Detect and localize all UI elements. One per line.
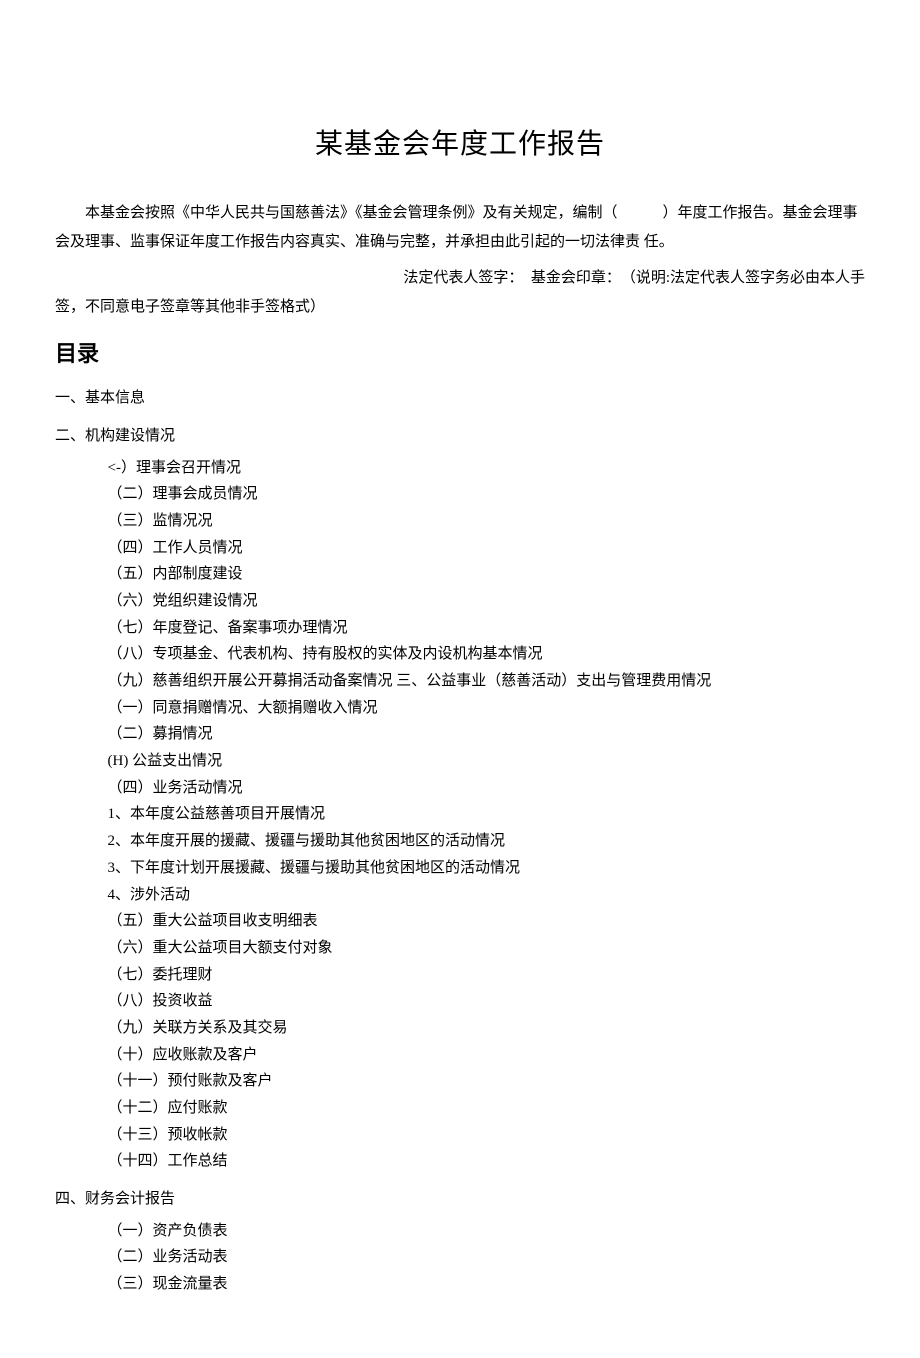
toc-sub-item: （五）重大公益项目收支明细表 bbox=[108, 908, 866, 935]
toc-sub-item: （二）业务活动表 bbox=[108, 1244, 866, 1271]
toc-sub-item: （十）应收账款及客户 bbox=[108, 1042, 866, 1069]
toc-sub-item: （三）现金流量表 bbox=[108, 1271, 866, 1298]
toc-sub-item: 2、本年度开展的援藏、援疆与援助其他贫困地区的活动情况 bbox=[108, 828, 866, 855]
toc-sub-item: （四）工作人员情况 bbox=[108, 535, 866, 562]
toc-section-4: 四、财务会计报告 （一）资产负债表 （二）业务活动表 （三）现金流量表 bbox=[55, 1185, 865, 1298]
toc-container: 一、基本信息 二、机构建设情况 <-）理事会召开情况 （二）理事会成员情况 （三… bbox=[55, 384, 865, 1298]
toc-sub-item: (H) 公益支出情况 bbox=[108, 748, 866, 775]
toc-level1-item: 四、财务会计报告 bbox=[55, 1185, 865, 1214]
toc-sub-item: （六）重大公益项目大额支付对象 bbox=[108, 935, 866, 962]
toc-sub-item: （三）监情况况 bbox=[108, 508, 866, 535]
toc-section-1: 一、基本信息 bbox=[55, 384, 865, 413]
toc-sub-item: （五）内部制度建设 bbox=[108, 561, 866, 588]
toc-sub-list: （一）资产负债表 （二）业务活动表 （三）现金流量表 bbox=[55, 1218, 865, 1298]
toc-sub-item: （六）党组织建设情况 bbox=[108, 588, 866, 615]
document-title: 某基金会年度工作报告 bbox=[55, 120, 865, 169]
toc-sub-item: （九）关联方关系及其交易 bbox=[108, 1015, 866, 1042]
toc-level1-item: 二、机构建设情况 bbox=[55, 422, 865, 451]
toc-sub-item: 1、本年度公益慈善项目开展情况 bbox=[108, 801, 866, 828]
toc-sub-item: （二）理事会成员情况 bbox=[108, 481, 866, 508]
toc-sub-item: （十一）预付账款及客户 bbox=[108, 1068, 866, 1095]
signature-line-left: 签，不同意电子签章等其他非手签格式） bbox=[55, 293, 865, 322]
intro-paragraph: 本基金会按照《中华人民共与国慈善法》《基金会管理条例》及有关规定，编制（ ）年度… bbox=[55, 199, 865, 256]
toc-sub-item: <-）理事会召开情况 bbox=[108, 455, 866, 482]
toc-level1-item: 一、基本信息 bbox=[55, 384, 865, 413]
toc-sub-item: （八）专项基金、代表机构、持有股权的实体及内设机构基本情况 bbox=[108, 641, 866, 668]
toc-sub-list: <-）理事会召开情况 （二）理事会成员情况 （三）监情况况 （四）工作人员情况 … bbox=[55, 455, 865, 1176]
toc-section-2: 二、机构建设情况 <-）理事会召开情况 （二）理事会成员情况 （三）监情况况 （… bbox=[55, 422, 865, 1175]
toc-sub-item: （二）募捐情况 bbox=[108, 721, 866, 748]
toc-sub-item: （一）同意捐赠情况、大额捐赠收入情况 bbox=[108, 695, 866, 722]
toc-sub-item: 4、涉外活动 bbox=[108, 882, 866, 909]
toc-sub-item: （八）投资收益 bbox=[108, 988, 866, 1015]
toc-sub-item: （九）慈善组织开展公开募捐活动备案情况 三、公益事业（慈善活动）支出与管理费用情… bbox=[108, 668, 866, 695]
toc-sub-item: （十二）应付账款 bbox=[108, 1095, 866, 1122]
toc-sub-item: （十三）预收帐款 bbox=[108, 1122, 866, 1149]
toc-sub-item: （十四）工作总结 bbox=[108, 1148, 866, 1175]
toc-heading: 目录 bbox=[55, 335, 865, 374]
signature-line-right: 法定代表人签字： 基金会印章： （说明:法定代表人签字务必由本人手 bbox=[55, 264, 865, 293]
toc-sub-item: （七）年度登记、备案事项办理情况 bbox=[108, 615, 866, 642]
toc-sub-item: 3、下年度计划开展援藏、援疆与援助其他贫困地区的活动情况 bbox=[108, 855, 866, 882]
toc-sub-item: （七）委托理财 bbox=[108, 962, 866, 989]
toc-sub-item: （一）资产负债表 bbox=[108, 1218, 866, 1245]
toc-sub-item: （四）业务活动情况 bbox=[108, 775, 866, 802]
